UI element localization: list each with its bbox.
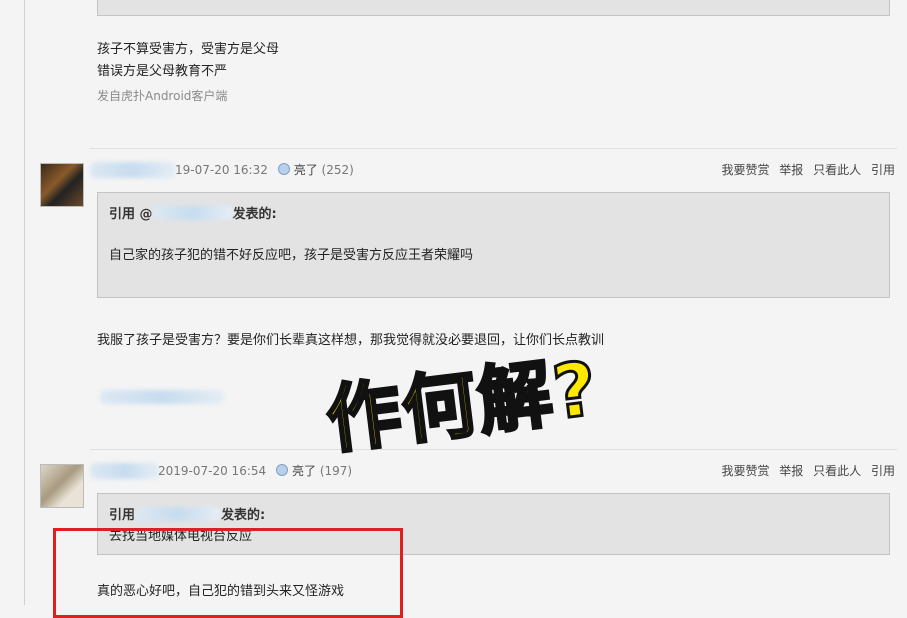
post-meta: 2019-07-20 16:54 亮了 (197)	[158, 462, 352, 479]
post-divider	[90, 449, 897, 450]
left-border-rule	[24, 0, 25, 605]
post-actions: 我要赞赏 举报 只看此人 引用	[715, 161, 895, 178]
quote-box-top	[97, 0, 890, 16]
light-button[interactable]: 亮了	[275, 464, 316, 478]
quote-text: 自己家的孩子犯的错不好反应吧，孩子是受害方反应王者荣耀吗	[109, 248, 474, 263]
avatar[interactable]	[40, 464, 84, 508]
post-meta: 19-07-20 16:32 亮了 (252)	[175, 161, 354, 178]
lightbulb-icon	[275, 464, 288, 476]
post1-line1: 孩子不算受害方，受害方是父母	[97, 42, 280, 57]
post1-source: 发自虎扑Android客户端	[97, 89, 228, 103]
quote-button[interactable]: 引用	[871, 163, 895, 177]
post-time: 2019-07-20 16:54	[158, 464, 267, 478]
avatar[interactable]	[40, 163, 84, 207]
post-divider	[90, 148, 897, 149]
username-blurred[interactable]	[90, 463, 160, 479]
username-blurred[interactable]	[90, 162, 176, 178]
only-this-user-button[interactable]: 只看此人	[813, 163, 861, 177]
post-time: 19-07-20 16:32	[175, 163, 268, 177]
report-button[interactable]: 举报	[779, 163, 803, 177]
post1-line2: 错误方是父母教育不严	[97, 64, 228, 79]
quote-header: 引用 @ 发表的:	[109, 206, 277, 222]
post-actions: 我要赞赏 举报 只看此人 引用	[715, 462, 895, 479]
quote-header: 引用 发表的:	[109, 507, 266, 523]
quoted-username-blurred	[152, 206, 233, 220]
reward-button[interactable]: 我要赞赏	[721, 163, 769, 177]
lightbulb-icon	[277, 163, 290, 175]
quoted-username-blurred	[135, 507, 222, 521]
only-this-user-button[interactable]: 只看此人	[813, 464, 861, 478]
light-count: (252)	[321, 163, 354, 177]
report-button[interactable]: 举报	[779, 464, 803, 478]
reward-button[interactable]: 我要赞赏	[721, 464, 769, 478]
quote-button[interactable]: 引用	[871, 464, 895, 478]
signature-blurred	[100, 390, 225, 404]
light-button[interactable]: 亮了	[277, 163, 318, 177]
